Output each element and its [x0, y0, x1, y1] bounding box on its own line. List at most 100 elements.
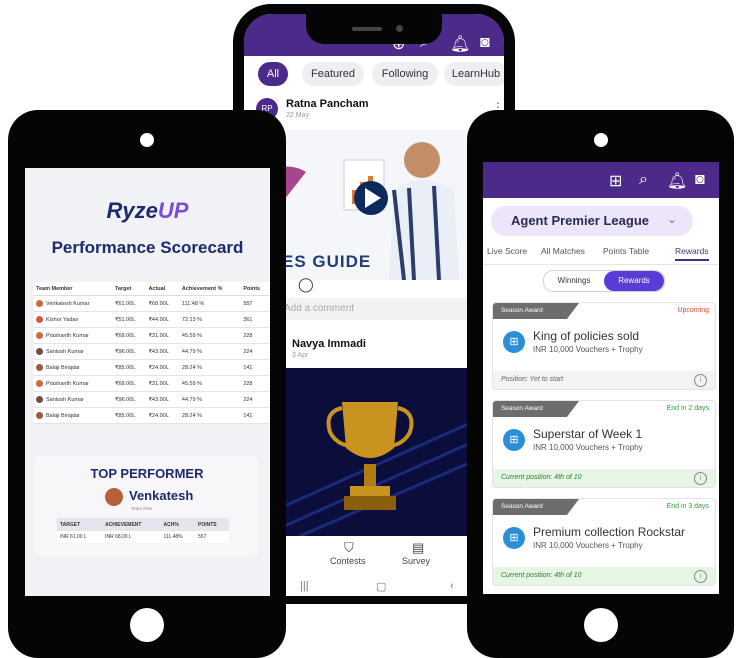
info-icon[interactable]: i [694, 374, 707, 387]
points-cell: 141 [241, 407, 270, 424]
avatar [36, 412, 43, 419]
achievement-cell: 44.79 % [179, 343, 242, 360]
home-button[interactable] [584, 608, 618, 642]
contests-icon[interactable]: ⛉ [344, 540, 354, 556]
top-performer-card: TOP PERFORMER Venkatesh Team Rise TARGET… [35, 456, 259, 556]
achievement-cell: 28.24 % [179, 359, 242, 376]
table-row[interactable]: Kishor Yadav ₹51.00L ₹44.00L 72.13 % 361 [34, 311, 270, 328]
target-cell: ₹96.00L [112, 343, 147, 360]
top-performer-name: Venkatesh [129, 488, 194, 503]
home-icon[interactable]: ▢ [376, 580, 386, 593]
toggle-rewards[interactable]: Rewards [604, 271, 664, 291]
front-camera [594, 133, 608, 147]
achievement-cell: 44.79 % [179, 391, 242, 408]
info-icon[interactable]: i [694, 570, 707, 583]
league-screen: ⊞ ⌕ 🔔︎ ◙ Agent Premier League ⌄ Live Sco… [483, 162, 719, 594]
avatar [36, 380, 43, 387]
points-cell: 141 [241, 359, 270, 376]
reward-prize: INR 10,000 Vouchers + Trophy [533, 541, 643, 550]
points-cell: 557 [241, 295, 270, 312]
actual-cell: ₹24.00L [146, 407, 180, 424]
page-title: Performance Scorecard [51, 238, 244, 257]
bell-icon[interactable]: 🔔︎ [450, 34, 470, 54]
achievement-cell: 111.48 % [179, 295, 242, 312]
table-row[interactable]: Balaji Birajdar ₹85.00L ₹24.00L 28.24 % 141 [34, 407, 270, 424]
member-cell: Balaji Birajdar [34, 407, 113, 424]
col-target: Target [112, 282, 147, 296]
notch [306, 14, 442, 44]
stat-target-label: TARGET [57, 518, 103, 531]
stat-points-value: 557 [195, 531, 229, 543]
season-award-tag: Season Award [493, 499, 579, 515]
points-cell: 224 [241, 391, 270, 408]
home-button[interactable] [130, 608, 164, 642]
top-performer-title: TOP PERFORMER [90, 466, 204, 481]
post-banner-text: ES GUIDE [282, 252, 372, 271]
chevron-down-icon: ⌄ [667, 212, 678, 226]
reward-position: Current position: 4th of 10 [493, 567, 715, 585]
table-row[interactable]: Venkatesh Kumar ₹61.00L ₹68.00L 111.48 % 557 [34, 295, 270, 312]
target-cell: ₹96.00L [112, 391, 147, 408]
stat-ach-pct-label: ACH% [160, 518, 196, 531]
reward-title: Premium collection Rockstar [533, 525, 686, 539]
top-performer-stats: TARGET ACHIEVEMENT ACH% POINTS INR 61.00… [57, 518, 229, 543]
member-cell: Balaji Birajdar [34, 359, 113, 376]
member-cell: Kishor Yadav [34, 311, 113, 328]
table-row[interactable]: Santosh Kumar ₹96.00L ₹43.00L 44.79 % 224 [34, 343, 270, 360]
member-cell: Venkatesh Kumar [34, 295, 113, 312]
stat-achievement-label: ACHIEVEMENT [102, 518, 161, 531]
chip-featured[interactable]: Featured [302, 62, 364, 86]
comment-bubble-icon[interactable]: ◯ [298, 276, 314, 293]
reward-prize: INR 10,000 Vouchers + Trophy [533, 345, 643, 354]
actual-cell: ₹44.00L [146, 311, 180, 328]
post-author-2[interactable]: Navya Immadi [292, 338, 366, 350]
stat-achievement-value: INR 68.00 L [102, 531, 161, 543]
performance-table: Team Member Target Actual Achievement % … [34, 282, 270, 424]
table-row[interactable]: Santosh Kumar ₹96.00L ₹43.00L 44.79 % 224 [34, 391, 270, 408]
chat-icon[interactable]: ◙ [695, 171, 705, 189]
recent-apps-icon[interactable]: ||| [300, 580, 309, 592]
bell-icon[interactable]: 🔔︎ [667, 171, 687, 191]
toggle-winnings[interactable]: Winnings [544, 271, 604, 291]
points-cell: 228 [241, 375, 270, 392]
member-cell: Santosh Kumar [34, 391, 113, 408]
points-cell: 228 [241, 327, 270, 344]
avatar [36, 396, 43, 403]
chip-following[interactable]: Following [372, 62, 438, 86]
ryzeup-logo: RyzeUP [106, 198, 189, 223]
status-badge: Upcoming [677, 307, 709, 314]
table-row[interactable]: Balaji Birajdar ₹85.00L ₹24.00L 28.24 % 141 [34, 359, 270, 376]
search-icon[interactable]: ⌕ [639, 171, 648, 189]
table-row[interactable]: Prashanth Kumar ₹68.00L ₹31.00L 45.59 % 228 [34, 327, 270, 344]
nav-survey[interactable]: Survey [402, 556, 430, 566]
table-row[interactable]: Prashanth Kumar ₹68.00L ₹31.00L 45.59 % 228 [34, 375, 270, 392]
tab-rewards[interactable]: Rewards [675, 246, 709, 261]
top-app-bar: ⊞ ⌕ 🔔︎ ◙ [483, 162, 719, 198]
post-date: 22 May [286, 112, 309, 119]
league-selector[interactable]: Agent Premier League ⌄ [491, 206, 693, 236]
info-icon[interactable]: i [694, 472, 707, 485]
tab-points-table[interactable]: Points Table [603, 246, 649, 256]
reward-title: Superstar of Week 1 [533, 427, 643, 441]
chip-all[interactable]: All [258, 62, 288, 86]
post-date-2: 3 Apr [292, 352, 309, 359]
add-icon[interactable]: ⊞ [609, 171, 622, 191]
reward-card[interactable]: Season Award End in 3 days ⊞ Premium col… [492, 498, 716, 586]
reward-card[interactable]: Season Award Upcoming ⊞ King of policies… [492, 302, 716, 390]
survey-icon[interactable]: ▤ [412, 540, 424, 556]
tab-all-matches[interactable]: All Matches [541, 246, 585, 256]
winnings-rewards-toggle: Winnings Rewards [543, 270, 665, 292]
season-award-tag: Season Award [493, 303, 579, 319]
nav-contests[interactable]: Contests [330, 556, 366, 566]
post-author[interactable]: Ratna Pancham [286, 98, 369, 110]
reward-title: King of policies sold [533, 329, 640, 343]
league-title: Agent Premier League [511, 213, 649, 228]
points-cell: 361 [241, 311, 270, 328]
stat-points-label: POINTS [195, 518, 229, 531]
season-award-tag: Season Award [493, 401, 579, 417]
tab-live-score[interactable]: Live Score [487, 246, 527, 256]
back-icon[interactable]: ‹ [450, 580, 454, 592]
reward-card[interactable]: Season Award End in 2 days ⊞ Superstar o… [492, 400, 716, 488]
chip-learnhub[interactable]: LearnHub [444, 62, 504, 86]
chat-icon[interactable]: ◙ [480, 34, 490, 52]
